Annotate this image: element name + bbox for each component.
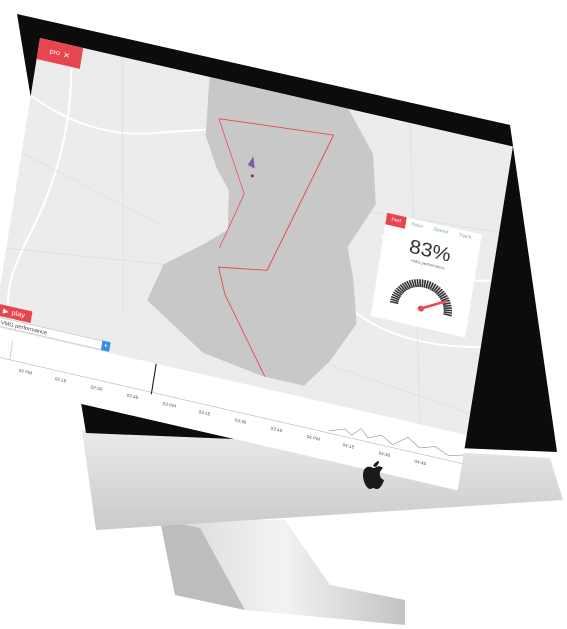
play-label: play bbox=[11, 309, 26, 320]
chevron-down-icon[interactable]: ▾ bbox=[100, 340, 111, 352]
apple-logo-icon bbox=[363, 461, 384, 489]
gauge-tick bbox=[419, 279, 422, 288]
gauge-tick bbox=[423, 279, 427, 288]
top-button-label: pro bbox=[49, 47, 61, 57]
gauge-tick bbox=[443, 313, 452, 317]
gauge-tick bbox=[421, 279, 424, 288]
timeline-cursor bbox=[150, 363, 157, 395]
gauge-hub bbox=[417, 305, 424, 312]
fullscreen-icon: ✕ bbox=[62, 49, 71, 61]
imac-device: pro ✕ Perf Race Speed Track 83% VMG perf… bbox=[0, 0, 567, 629]
performance-panel: Perf Race Speed Track 83% VMG performanc… bbox=[370, 212, 482, 338]
play-icon: ▶ bbox=[2, 307, 10, 316]
